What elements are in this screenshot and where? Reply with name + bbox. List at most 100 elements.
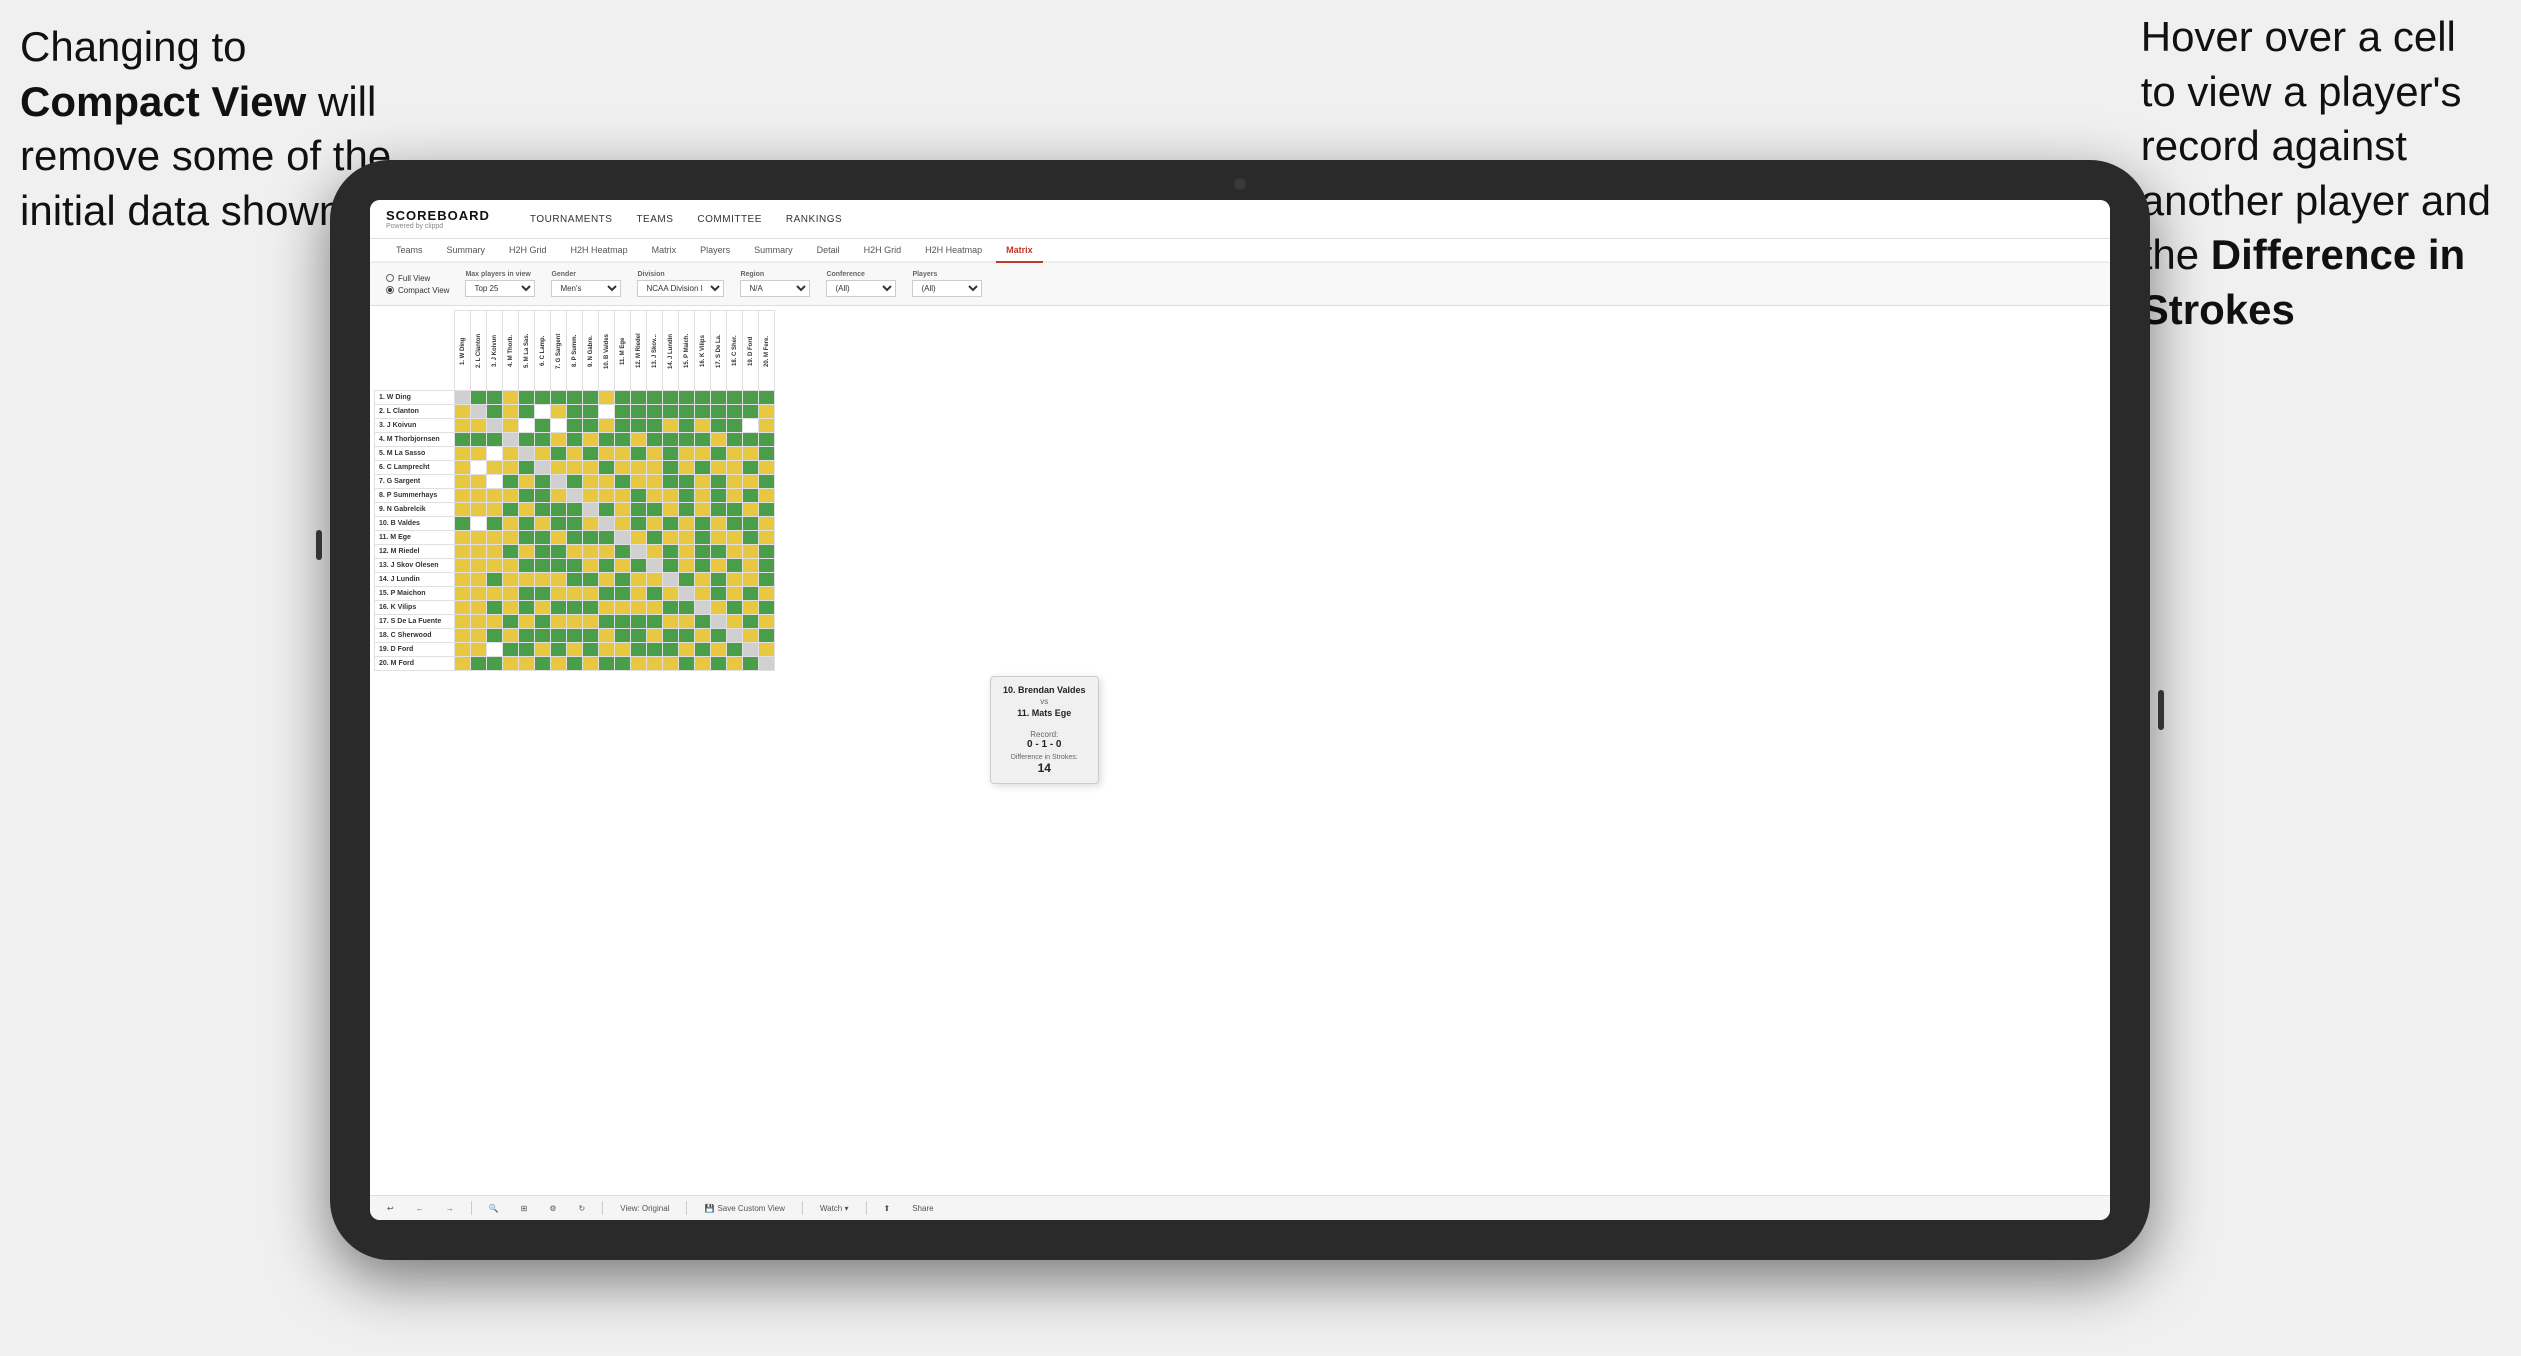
cell-6-12[interactable] xyxy=(631,461,647,475)
cell-3-3[interactable] xyxy=(487,419,503,433)
cell-19-20[interactable] xyxy=(759,643,775,657)
cell-18-12[interactable] xyxy=(631,629,647,643)
cell-16-16[interactable] xyxy=(695,601,711,615)
cell-4-5[interactable] xyxy=(519,433,535,447)
cell-1-1[interactable] xyxy=(455,391,471,405)
cell-8-6[interactable] xyxy=(535,489,551,503)
cell-11-6[interactable] xyxy=(535,531,551,545)
cell-16-3[interactable] xyxy=(487,601,503,615)
cell-5-8[interactable] xyxy=(567,447,583,461)
cell-7-5[interactable] xyxy=(519,475,535,489)
cell-9-4[interactable] xyxy=(503,503,519,517)
undo-button[interactable]: ↩ xyxy=(382,1202,399,1215)
cell-3-20[interactable] xyxy=(759,419,775,433)
cell-8-4[interactable] xyxy=(503,489,519,503)
grid-button[interactable]: ⊞ xyxy=(516,1202,533,1215)
cell-2-15[interactable] xyxy=(679,405,695,419)
cell-5-7[interactable] xyxy=(551,447,567,461)
cell-6-20[interactable] xyxy=(759,461,775,475)
cell-20-17[interactable] xyxy=(711,657,727,671)
cell-8-18[interactable] xyxy=(727,489,743,503)
cell-13-20[interactable] xyxy=(759,559,775,573)
cell-3-8[interactable] xyxy=(567,419,583,433)
cell-15-8[interactable] xyxy=(567,587,583,601)
cell-7-1[interactable] xyxy=(455,475,471,489)
cell-14-13[interactable] xyxy=(647,573,663,587)
cell-12-1[interactable] xyxy=(455,545,471,559)
cell-8-14[interactable] xyxy=(663,489,679,503)
cell-3-14[interactable] xyxy=(663,419,679,433)
cell-8-2[interactable] xyxy=(471,489,487,503)
cell-18-18[interactable] xyxy=(727,629,743,643)
cell-16-20[interactable] xyxy=(759,601,775,615)
tab-h2h-grid-2[interactable]: H2H Grid xyxy=(854,239,912,263)
cell-2-6[interactable] xyxy=(535,405,551,419)
cell-20-12[interactable] xyxy=(631,657,647,671)
cell-6-9[interactable] xyxy=(583,461,599,475)
cell-2-4[interactable] xyxy=(503,405,519,419)
cell-12-14[interactable] xyxy=(663,545,679,559)
cell-4-16[interactable] xyxy=(695,433,711,447)
cell-7-20[interactable] xyxy=(759,475,775,489)
cell-3-7[interactable] xyxy=(551,419,567,433)
cell-14-12[interactable] xyxy=(631,573,647,587)
cell-16-2[interactable] xyxy=(471,601,487,615)
cell-11-3[interactable] xyxy=(487,531,503,545)
cell-16-7[interactable] xyxy=(551,601,567,615)
cell-5-5[interactable] xyxy=(519,447,535,461)
tab-detail[interactable]: Detail xyxy=(807,239,850,263)
cell-17-11[interactable] xyxy=(615,615,631,629)
cell-16-13[interactable] xyxy=(647,601,663,615)
cell-17-9[interactable] xyxy=(583,615,599,629)
cell-15-12[interactable] xyxy=(631,587,647,601)
cell-1-19[interactable] xyxy=(743,391,759,405)
cell-9-18[interactable] xyxy=(727,503,743,517)
cell-12-15[interactable] xyxy=(679,545,695,559)
cell-18-10[interactable] xyxy=(599,629,615,643)
cell-1-2[interactable] xyxy=(471,391,487,405)
cell-8-1[interactable] xyxy=(455,489,471,503)
cell-3-19[interactable] xyxy=(743,419,759,433)
cell-20-14[interactable] xyxy=(663,657,679,671)
cell-18-16[interactable] xyxy=(695,629,711,643)
cell-17-17[interactable] xyxy=(711,615,727,629)
cell-18-15[interactable] xyxy=(679,629,695,643)
tab-h2h-grid-1[interactable]: H2H Grid xyxy=(499,239,557,263)
cell-19-10[interactable] xyxy=(599,643,615,657)
cell-7-16[interactable] xyxy=(695,475,711,489)
cell-17-6[interactable] xyxy=(535,615,551,629)
cell-10-3[interactable] xyxy=(487,517,503,531)
cell-15-11[interactable] xyxy=(615,587,631,601)
cell-16-11[interactable] xyxy=(615,601,631,615)
cell-8-11[interactable] xyxy=(615,489,631,503)
cell-12-2[interactable] xyxy=(471,545,487,559)
cell-13-2[interactable] xyxy=(471,559,487,573)
forward-button[interactable]: → xyxy=(441,1202,459,1215)
cell-13-17[interactable] xyxy=(711,559,727,573)
cell-1-3[interactable] xyxy=(487,391,503,405)
cell-17-20[interactable] xyxy=(759,615,775,629)
cell-9-17[interactable] xyxy=(711,503,727,517)
cell-10-18[interactable] xyxy=(727,517,743,531)
cell-17-4[interactable] xyxy=(503,615,519,629)
cell-20-3[interactable] xyxy=(487,657,503,671)
cell-10-9[interactable] xyxy=(583,517,599,531)
cell-15-4[interactable] xyxy=(503,587,519,601)
cell-17-3[interactable] xyxy=(487,615,503,629)
cell-14-20[interactable] xyxy=(759,573,775,587)
cell-3-13[interactable] xyxy=(647,419,663,433)
cell-11-1[interactable] xyxy=(455,531,471,545)
cell-12-6[interactable] xyxy=(535,545,551,559)
cell-20-4[interactable] xyxy=(503,657,519,671)
cell-7-18[interactable] xyxy=(727,475,743,489)
cell-17-12[interactable] xyxy=(631,615,647,629)
max-players-select[interactable]: Top 25 xyxy=(465,280,535,297)
cell-11-9[interactable] xyxy=(583,531,599,545)
cell-7-19[interactable] xyxy=(743,475,759,489)
cell-10-14[interactable] xyxy=(663,517,679,531)
cell-1-12[interactable] xyxy=(631,391,647,405)
cell-18-13[interactable] xyxy=(647,629,663,643)
cell-15-7[interactable] xyxy=(551,587,567,601)
cell-16-10[interactable] xyxy=(599,601,615,615)
cell-16-8[interactable] xyxy=(567,601,583,615)
